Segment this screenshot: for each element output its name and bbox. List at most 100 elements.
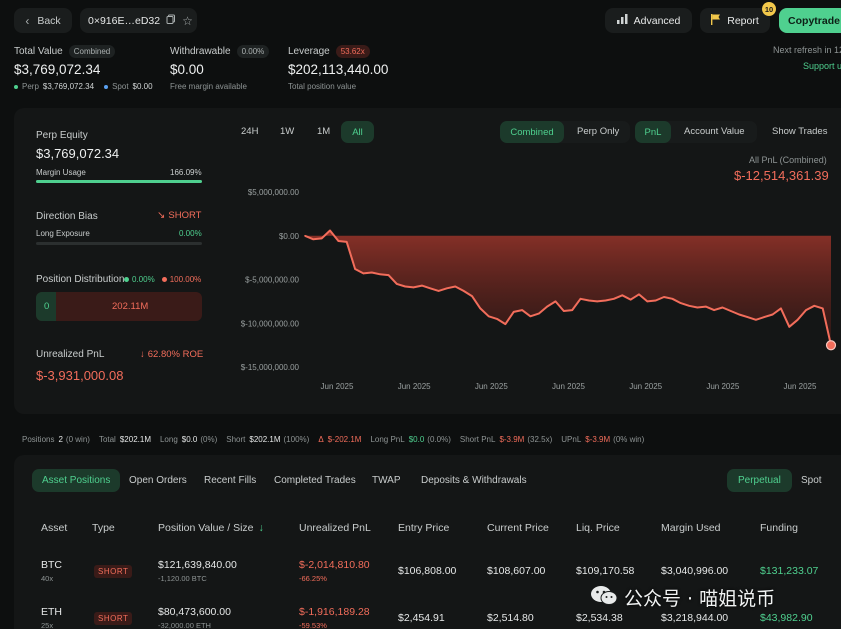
col-margin-used[interactable]: Margin Used bbox=[661, 522, 721, 534]
pnl-point bbox=[679, 302, 682, 304]
tab-asset-positions[interactable]: Asset Positions bbox=[32, 469, 121, 492]
tab-completed-trades[interactable]: Completed Trades bbox=[274, 475, 356, 486]
col-unrealized-pnl[interactable]: Unrealized PnL bbox=[299, 522, 371, 534]
pnl-current-marker bbox=[825, 340, 837, 351]
y-tick-label: $-15,000,000.00 bbox=[241, 363, 300, 372]
position-value: $80,473,600.00 bbox=[158, 606, 231, 618]
x-tick-label: Jun 2025 bbox=[706, 382, 739, 391]
pnl-point bbox=[621, 294, 624, 297]
tab-open-orders[interactable]: Open Orders bbox=[129, 475, 187, 486]
pnl-point bbox=[629, 298, 632, 301]
long-pnl-label: Long PnL bbox=[370, 435, 405, 444]
pnl-point bbox=[746, 316, 749, 318]
unrealized-pnl-pct: -66.25% bbox=[299, 574, 327, 583]
tab-spot[interactable]: Spot bbox=[801, 475, 822, 486]
pnl-point bbox=[613, 298, 615, 300]
tab-perpetual[interactable]: Perpetual bbox=[727, 469, 792, 492]
pnl-point bbox=[337, 240, 340, 242]
pnl-point bbox=[396, 283, 398, 285]
long-label: Long bbox=[159, 435, 178, 444]
positions-win: (0 win) bbox=[65, 435, 90, 444]
funding: $131,233.07 bbox=[760, 565, 819, 577]
pnl-point bbox=[521, 309, 523, 311]
pnl-point bbox=[763, 316, 765, 318]
long-pnl-pct: (0.0%) bbox=[427, 435, 451, 444]
pnl-point bbox=[446, 287, 448, 290]
pnl-point bbox=[813, 305, 816, 307]
pnl-point bbox=[387, 274, 390, 276]
margin-used: $3,040,996.00 bbox=[661, 565, 729, 577]
short-pnl-label: Short PnL bbox=[459, 435, 496, 444]
pnl-point bbox=[730, 310, 732, 312]
short-label: Short bbox=[226, 435, 246, 444]
position-size: -32,000.00 ETH bbox=[158, 621, 211, 629]
pnl-point bbox=[471, 295, 473, 297]
y-tick-label: $-10,000,000.00 bbox=[241, 319, 300, 328]
pnl-point bbox=[654, 299, 657, 302]
x-tick-label: Jun 2025 bbox=[552, 382, 585, 391]
pnl-point bbox=[604, 299, 607, 302]
asset-name: ETH bbox=[41, 606, 62, 618]
pnl-point bbox=[529, 315, 532, 318]
pnl-point bbox=[479, 307, 482, 310]
positions-label: Positions bbox=[22, 435, 55, 444]
upnl-pct: (0% win) bbox=[613, 435, 645, 444]
position-size: -1,120.00 BTC bbox=[158, 574, 207, 583]
pnl-point bbox=[329, 229, 331, 232]
pnl-point bbox=[496, 318, 498, 320]
pnl-point bbox=[362, 272, 365, 275]
pnl-point bbox=[788, 326, 791, 328]
pnl-point bbox=[738, 313, 740, 316]
current-price: $2,514.80 bbox=[487, 612, 534, 624]
liq-price: $2,534.38 bbox=[576, 612, 623, 624]
col-funding[interactable]: Funding bbox=[760, 522, 798, 534]
funding: $43,982.90 bbox=[760, 612, 813, 624]
pnl-point bbox=[721, 306, 724, 309]
pnl-area-fill bbox=[305, 230, 831, 346]
tab-twap[interactable]: TWAP bbox=[372, 475, 401, 486]
col-position-value-label: Position Value / Size bbox=[158, 522, 254, 534]
col-entry-price[interactable]: Entry Price bbox=[398, 522, 449, 534]
short-pnl-value: $-3.9M bbox=[499, 435, 525, 444]
asset-leverage: 25x bbox=[41, 621, 54, 629]
x-tick-label: Jun 2025 bbox=[398, 382, 431, 391]
pnl-point bbox=[412, 286, 415, 289]
x-tick-label: Jun 2025 bbox=[629, 382, 662, 391]
tab-recent-fills[interactable]: Recent Fills bbox=[204, 475, 256, 486]
tab-deposits-withdrawals[interactable]: Deposits & Withdrawals bbox=[421, 475, 527, 486]
col-asset[interactable]: Asset bbox=[41, 522, 67, 534]
pnl-point bbox=[504, 323, 507, 325]
long-pct: (0%) bbox=[200, 435, 218, 444]
pnl-point bbox=[755, 319, 757, 321]
long-stat-value: $0.0 bbox=[181, 435, 198, 444]
col-type[interactable]: Type bbox=[92, 522, 115, 534]
watermark-text: 公众号 · 喵姐说币 bbox=[624, 588, 776, 610]
asset-leverage: 40x bbox=[41, 574, 54, 583]
pnl-point bbox=[563, 310, 565, 312]
pnl-point bbox=[705, 305, 707, 308]
long-pnl-value: $0.0 bbox=[408, 435, 425, 444]
col-current-price[interactable]: Current Price bbox=[487, 522, 549, 534]
watermark: 公众号 · 喵姐说币 bbox=[590, 584, 775, 611]
delta-value: $-202.1M bbox=[327, 435, 362, 444]
pnl-point bbox=[546, 305, 548, 308]
position-type-badge: SHORT bbox=[94, 612, 133, 625]
pnl-point bbox=[771, 313, 774, 316]
entry-price: $2,454.91 bbox=[398, 612, 445, 624]
unrealized-pnl: $-2,014,810.80 bbox=[299, 559, 370, 571]
pnl-point bbox=[821, 307, 824, 310]
pnl-point bbox=[462, 290, 465, 292]
sort-down-icon[interactable]: ↓ bbox=[259, 522, 264, 534]
pnl-point bbox=[696, 306, 699, 309]
margin-used: $3,218,944.00 bbox=[661, 612, 729, 624]
col-position-value[interactable]: Position Value / Size ↓ bbox=[158, 522, 264, 534]
short-pnl-pct: (32.5x) bbox=[527, 435, 553, 444]
col-liq-price[interactable]: Liq. Price bbox=[576, 522, 620, 534]
total-label: Total bbox=[98, 435, 116, 444]
pnl-point bbox=[379, 273, 381, 276]
pnl-point bbox=[596, 300, 598, 303]
position-type-badge: SHORT bbox=[94, 565, 133, 578]
y-tick-label: $-5,000,000.00 bbox=[245, 276, 299, 285]
pnl-point bbox=[713, 309, 715, 311]
x-tick-label: Jun 2025 bbox=[475, 382, 508, 391]
